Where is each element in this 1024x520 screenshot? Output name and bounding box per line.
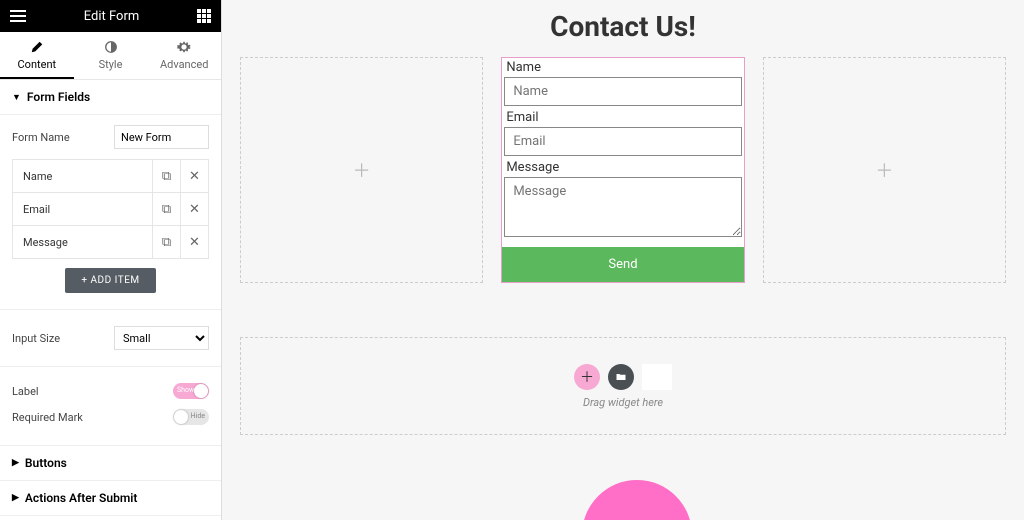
editor-sidebar: Edit Form Content Style Advanced ▼ Form … xyxy=(0,0,222,520)
field-item[interactable]: Name ⧉ ✕ xyxy=(12,159,209,193)
field-list: Name ⧉ ✕ Email ⧉ ✕ Message ⧉ ✕ xyxy=(12,159,209,259)
message-label: Message xyxy=(502,158,743,175)
pencil-icon xyxy=(30,40,44,54)
contrast-icon xyxy=(104,40,118,54)
add-item-button[interactable]: + ADD ITEM xyxy=(65,268,155,293)
duplicate-icon[interactable]: ⧉ xyxy=(152,193,180,225)
dropzone-text: Drag widget here xyxy=(583,396,663,409)
columns-row: ＋ Name Email Message Send ＋ xyxy=(240,57,1006,283)
close-icon[interactable]: ✕ xyxy=(180,226,208,258)
plus-icon[interactable]: ＋ xyxy=(353,157,371,183)
section-form-fields[interactable]: ▼ Form Fields xyxy=(0,80,221,115)
toggle-text: Show xyxy=(177,386,194,394)
plus-icon[interactable]: ＋ xyxy=(875,157,893,183)
form-name-input[interactable] xyxy=(114,125,209,149)
close-icon[interactable]: ✕ xyxy=(180,193,208,225)
tab-style[interactable]: Style xyxy=(74,32,148,79)
section-actions[interactable]: ▶ Actions After Submit xyxy=(0,480,221,515)
tab-content[interactable]: Content xyxy=(0,32,74,79)
email-input[interactable] xyxy=(504,127,741,156)
folder-icon[interactable] xyxy=(608,364,634,390)
field-item-label: Message xyxy=(13,236,152,249)
editor-canvas: Contact Us! ＋ Name Email Message Send xyxy=(222,0,1024,520)
input-size-select[interactable]: Small xyxy=(114,326,209,350)
section-collect[interactable]: ▶ Collect Submissions xyxy=(0,515,221,520)
dropzone-spacer xyxy=(642,364,672,390)
submit-button[interactable]: Send xyxy=(502,247,743,282)
message-textarea[interactable] xyxy=(504,177,741,237)
section-actions-label: Actions After Submit xyxy=(25,491,137,505)
name-label: Name xyxy=(502,58,743,75)
field-item[interactable]: Email ⧉ ✕ xyxy=(12,192,209,226)
section-buttons[interactable]: ▶ Buttons xyxy=(0,445,221,480)
section-buttons-label: Buttons xyxy=(25,456,67,470)
caret-down-icon: ▼ xyxy=(12,92,21,103)
caret-right-icon: ▶ xyxy=(12,493,19,503)
form-field-name: Name xyxy=(502,58,743,108)
close-icon[interactable]: ✕ xyxy=(180,160,208,192)
input-size-label: Input Size xyxy=(12,332,60,345)
form-field-email: Email xyxy=(502,108,743,158)
tab-content-label: Content xyxy=(18,58,57,71)
required-toggle[interactable]: Hide xyxy=(173,409,209,425)
gear-icon xyxy=(177,40,191,54)
section-form-fields-label: Form Fields xyxy=(27,90,90,104)
decorative-blob xyxy=(582,480,692,520)
sidebar-header: Edit Form xyxy=(0,0,221,32)
label-toggle[interactable]: Show xyxy=(173,383,209,399)
label-toggle-label: Label xyxy=(12,385,39,398)
dropzone-actions: ＋ xyxy=(574,364,672,390)
name-input[interactable] xyxy=(504,77,741,106)
field-item-label: Name xyxy=(13,170,152,183)
menu-icon[interactable] xyxy=(10,10,26,22)
caret-right-icon: ▶ xyxy=(12,458,19,468)
editor-tabs: Content Style Advanced xyxy=(0,32,221,80)
form-field-message: Message xyxy=(502,158,743,243)
tab-advanced-label: Advanced xyxy=(160,58,208,71)
widget-dropzone[interactable]: ＋ Drag widget here xyxy=(240,337,1006,435)
field-item-label: Email xyxy=(13,203,152,216)
section-form-fields-body: Form Name Name ⧉ ✕ Email ⧉ ✕ Me xyxy=(0,115,221,445)
duplicate-icon[interactable]: ⧉ xyxy=(152,160,180,192)
form-name-label: Form Name xyxy=(12,131,70,144)
empty-column-right[interactable]: ＋ xyxy=(763,57,1006,283)
duplicate-icon[interactable]: ⧉ xyxy=(152,226,180,258)
email-label: Email xyxy=(502,108,743,125)
required-toggle-label: Required Mark xyxy=(12,411,83,424)
tab-style-label: Style xyxy=(99,58,123,71)
form-widget[interactable]: Name Email Message Send xyxy=(501,57,744,283)
field-item[interactable]: Message ⧉ ✕ xyxy=(12,225,209,259)
add-widget-icon[interactable]: ＋ xyxy=(574,364,600,390)
panel-content: ▼ Form Fields Form Name Name ⧉ ✕ Email xyxy=(0,80,221,520)
apps-icon[interactable] xyxy=(197,9,211,23)
toggle-text: Hide xyxy=(191,412,205,420)
tab-advanced[interactable]: Advanced xyxy=(147,32,221,79)
page-title: Contact Us! xyxy=(240,10,1006,43)
sidebar-title: Edit Form xyxy=(26,9,197,24)
empty-column-left[interactable]: ＋ xyxy=(240,57,483,283)
